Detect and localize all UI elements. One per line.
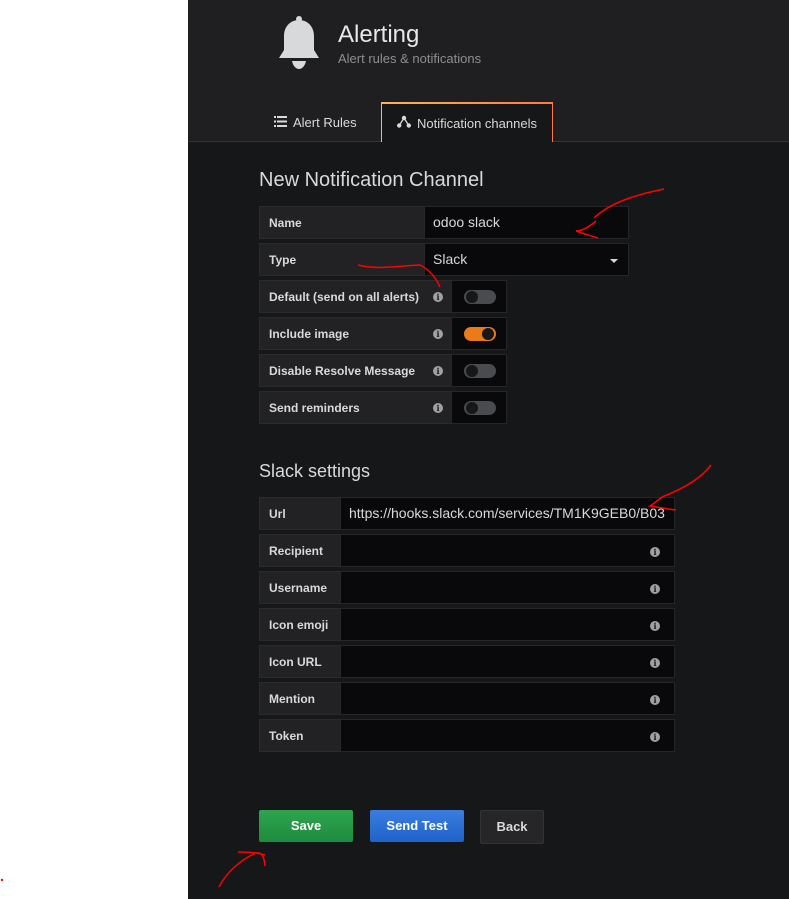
field-label: Token xyxy=(259,719,341,752)
info-icon[interactable]: i xyxy=(433,329,443,339)
disable-resolve-toggle[interactable] xyxy=(464,364,496,378)
slack-field-icon-url: Icon URL i xyxy=(259,645,675,678)
toggle-label: Send reminders xyxy=(259,391,452,424)
info-icon[interactable]: i xyxy=(650,658,660,668)
info-icon[interactable]: i xyxy=(650,732,660,742)
type-select-value: Slack xyxy=(433,251,468,267)
type-select[interactable]: Slack xyxy=(424,243,629,276)
toggle-row-send-reminders: Send reminders i xyxy=(259,391,507,424)
info-icon[interactable]: i xyxy=(433,403,443,413)
recipient-input[interactable] xyxy=(340,534,675,567)
include-image-toggle[interactable] xyxy=(464,327,496,341)
form-heading: New Notification Channel xyxy=(259,169,484,191)
type-label: Type xyxy=(259,243,425,276)
toggle-label: Disable Resolve Message xyxy=(259,354,452,387)
annotation-dot xyxy=(0,878,4,882)
grafana-app: Alerting Alert rules & notifications Ale… xyxy=(188,0,789,899)
info-icon[interactable]: i xyxy=(433,292,443,302)
send-test-button[interactable]: Send Test xyxy=(370,810,464,842)
icon-emoji-input[interactable] xyxy=(340,608,675,641)
list-icon xyxy=(274,115,293,130)
name-label: Name xyxy=(259,206,425,239)
field-label: Recipient xyxy=(259,534,341,567)
token-input[interactable] xyxy=(340,719,675,752)
type-row: Type Slack xyxy=(259,243,629,276)
slack-field-mention: Mention i xyxy=(259,682,675,715)
default-switch-box xyxy=(451,280,507,313)
slack-field-recipient: Recipient i xyxy=(259,534,675,567)
page-title: Alerting xyxy=(338,21,420,48)
info-icon[interactable]: i xyxy=(650,695,660,705)
name-row: Name odoo slack xyxy=(259,206,629,239)
slack-heading: Slack settings xyxy=(259,461,371,481)
toggle-row-default: Default (send on all alerts) i xyxy=(259,280,507,313)
slack-field-token: Token i xyxy=(259,719,675,752)
field-label: Icon emoji xyxy=(259,608,341,641)
info-icon[interactable]: i xyxy=(433,366,443,376)
username-input[interactable] xyxy=(340,571,675,604)
page-subtitle: Alert rules & notifications xyxy=(338,51,482,66)
field-label: Url xyxy=(259,497,341,530)
channels-icon xyxy=(397,115,417,131)
tab-label: Alert Rules xyxy=(293,114,357,130)
slack-field-username: Username i xyxy=(259,571,675,604)
toggle-label: Include image xyxy=(259,317,452,350)
name-input[interactable]: odoo slack xyxy=(424,206,629,239)
toggle-row-include-image: Include image i xyxy=(259,317,507,350)
field-label: Icon URL xyxy=(259,645,341,678)
field-label: Mention xyxy=(259,682,341,715)
url-input[interactable]: https://hooks.slack.com/services/TM1K9GE… xyxy=(340,497,675,530)
info-icon[interactable]: i xyxy=(650,621,660,631)
default-toggle[interactable] xyxy=(464,290,496,304)
bell-icon xyxy=(276,16,322,72)
icon-url-input[interactable] xyxy=(340,645,675,678)
save-button[interactable]: Save xyxy=(259,810,353,842)
page-header: Alerting Alert rules & notifications Ale… xyxy=(188,0,789,143)
include-image-switch-box xyxy=(451,317,507,350)
tab-label: Notification channels xyxy=(417,115,537,131)
field-label: Username xyxy=(259,571,341,604)
toggle-row-disable-resolve: Disable Resolve Message i xyxy=(259,354,507,387)
tab-notification-channels[interactable]: Notification channels xyxy=(381,102,553,143)
toggle-label: Default (send on all alerts) xyxy=(259,280,452,313)
disable-resolve-switch-box xyxy=(451,354,507,387)
info-icon[interactable]: i xyxy=(650,547,660,557)
send-reminders-switch-box xyxy=(451,391,507,424)
send-reminders-toggle[interactable] xyxy=(464,401,496,415)
slack-field-icon-emoji: Icon emoji i xyxy=(259,608,675,641)
back-button[interactable]: Back xyxy=(480,810,544,844)
slack-field-url: Url https://hooks.slack.com/services/TM1… xyxy=(259,497,675,530)
info-icon[interactable]: i xyxy=(650,584,660,594)
chevron-down-icon xyxy=(610,259,618,263)
mention-input[interactable] xyxy=(340,682,675,715)
tab-alert-rules[interactable]: Alert Rules xyxy=(274,102,357,142)
